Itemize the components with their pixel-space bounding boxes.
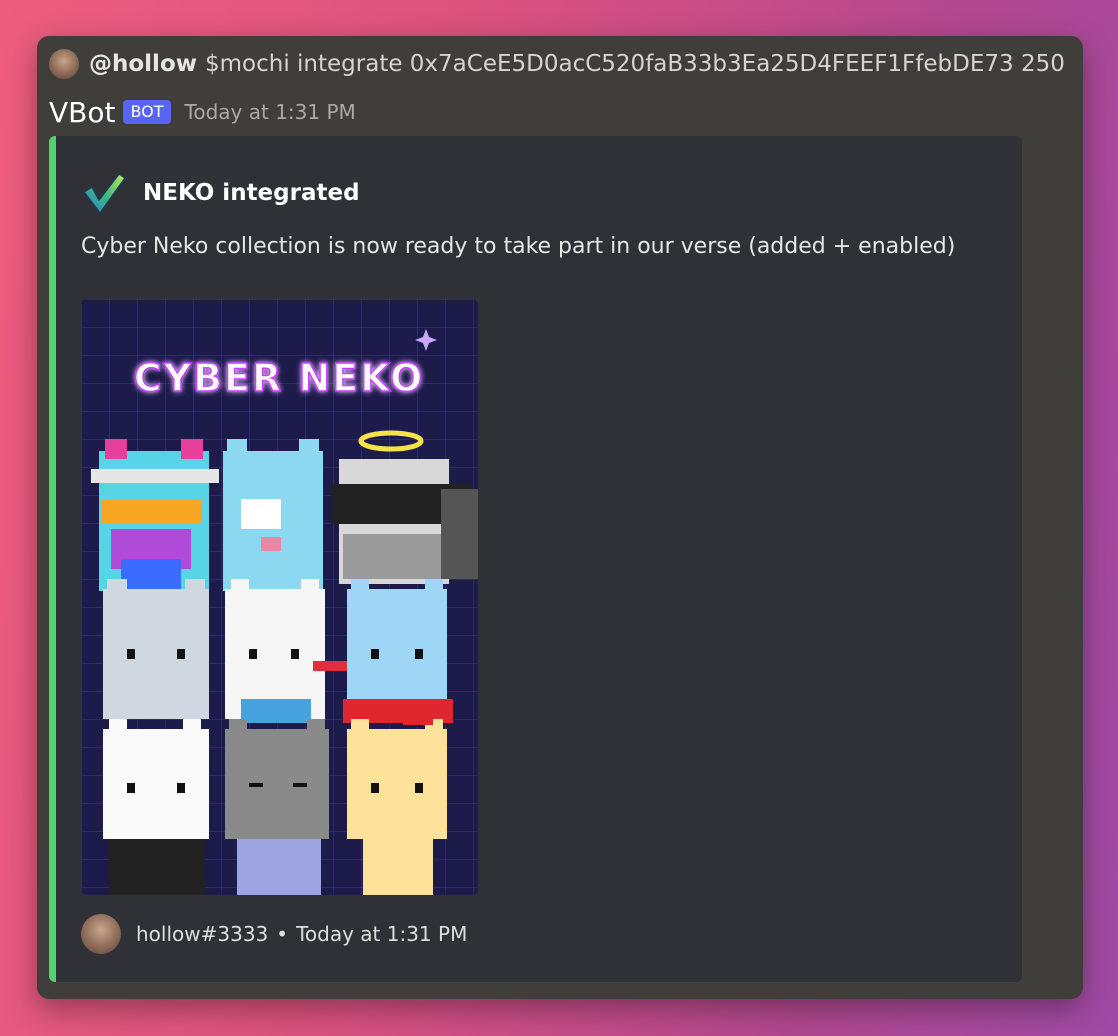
reply-command-text: $mochi integrate 0x7aCeE5D0acC520faB33b3…: [205, 51, 1065, 77]
neko-holo: [91, 439, 219, 591]
footer-timestamp: Today at 1:31 PM: [296, 922, 468, 946]
bot-badge: BOT: [123, 100, 171, 124]
artwork-title: CYBER NEKO: [134, 356, 425, 400]
message-timestamp: Today at 1:31 PM: [184, 100, 356, 124]
embed-title: NEKO integrated: [143, 180, 360, 206]
author-name[interactable]: VBot: [49, 96, 115, 129]
reply-reference[interactable]: @hollow $mochi integrate 0x7aCeE5D0acC52…: [49, 48, 1065, 80]
message-window: @hollow $mochi integrate 0x7aCeE5D0acC52…: [37, 36, 1083, 999]
cyber-neko-artwork: CYBER NEKO: [81, 299, 478, 895]
neko-white: [103, 719, 209, 895]
neko-dark: [225, 719, 329, 895]
embed-footer: hollow#3333 • Today at 1:31 PM: [81, 914, 467, 954]
neko-grey: [103, 579, 209, 719]
footer-avatar: [81, 914, 121, 954]
collection-image[interactable]: CYBER NEKO: [81, 299, 478, 895]
reply-username[interactable]: @hollow: [89, 51, 197, 77]
message-header: VBot BOT Today at 1:31 PM: [49, 94, 356, 130]
neko-eyepatch: [223, 439, 323, 591]
footer-separator: •: [276, 922, 289, 946]
embed-card: NEKO integrated Cyber Neko collection is…: [49, 136, 1022, 982]
footer-username: hollow#3333: [136, 922, 269, 946]
embed-description: Cyber Neko collection is now ready to ta…: [81, 234, 956, 259]
embed-title-row: NEKO integrated: [81, 170, 360, 216]
reply-avatar[interactable]: [49, 49, 79, 79]
check-mark-icon: [83, 173, 126, 214]
neko-blue-scarf: [343, 579, 453, 723]
